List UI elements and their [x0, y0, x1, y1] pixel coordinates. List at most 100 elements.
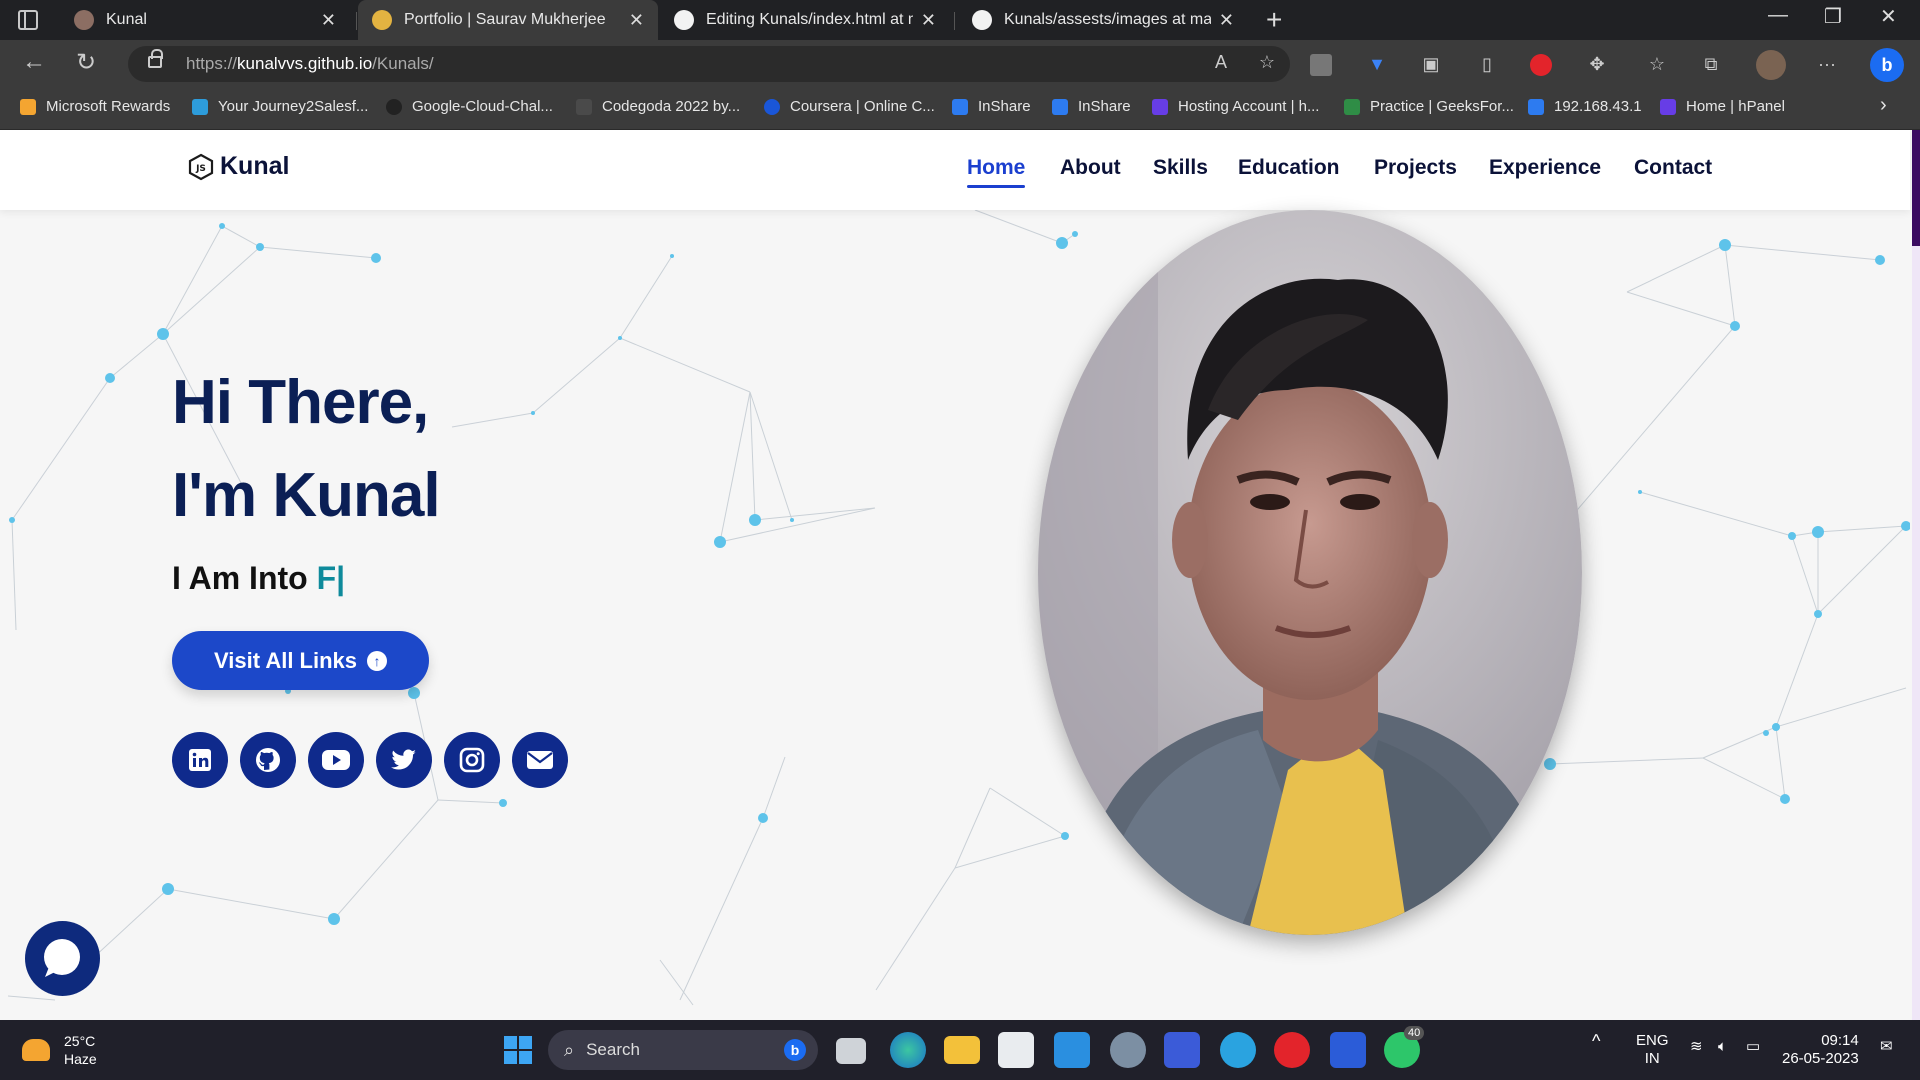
instagram-button[interactable] — [444, 732, 500, 788]
nav-education[interactable]: Education — [1238, 156, 1340, 180]
tab-actions-icon[interactable] — [18, 10, 38, 30]
extension-fb-icon[interactable] — [1310, 54, 1332, 76]
tab-portfolio[interactable]: Portfolio | Saurav Mukherjee ✕ — [358, 0, 658, 40]
new-tab-icon[interactable]: + — [1266, 4, 1282, 36]
hero-tagline: I Am Into F| — [172, 560, 346, 596]
wifi-icon[interactable]: ≋ — [1690, 1038, 1703, 1056]
bing-chat-icon[interactable]: b — [1870, 48, 1904, 82]
extension-stop-icon[interactable] — [1530, 54, 1552, 76]
geeksforgeeks-icon — [1344, 98, 1360, 115]
tab-divider — [954, 12, 955, 30]
extensions-icon[interactable]: ✥ — [1586, 54, 1608, 76]
restore-icon[interactable]: ❐ — [1824, 4, 1842, 29]
settings-icon[interactable] — [1110, 1032, 1146, 1068]
back-icon[interactable]: ← — [22, 48, 46, 76]
collections-icon[interactable]: ⧉ — [1700, 54, 1722, 76]
task-view-icon[interactable] — [836, 1038, 866, 1064]
url-text: https://kunalvvs.github.io/Kunals/ — [186, 54, 434, 73]
bookmark-item[interactable]: Your Journey2Salesf... — [192, 98, 368, 115]
close-window-icon[interactable]: ✕ — [1880, 4, 1897, 29]
opera-icon[interactable] — [1274, 1032, 1310, 1068]
lock-icon — [148, 49, 163, 68]
profile-avatar-icon[interactable] — [1756, 50, 1786, 80]
extension-window-icon[interactable]: ▣ — [1420, 54, 1442, 76]
file-explorer-icon[interactable] — [944, 1036, 980, 1064]
github-button[interactable] — [240, 732, 296, 788]
minimize-icon[interactable]: — — [1768, 4, 1788, 27]
read-aloud-icon[interactable]: A — [1210, 52, 1232, 74]
volume-muted-icon[interactable]: 🔈︎ — [1718, 1038, 1727, 1056]
site-header: JS Kunal Home About Skills Education Pro… — [0, 130, 1910, 210]
twitter-button[interactable] — [376, 732, 432, 788]
app-icon[interactable] — [1164, 1032, 1200, 1068]
more-options-icon[interactable]: ··· — [1816, 54, 1838, 76]
nav-about[interactable]: About — [1060, 156, 1121, 180]
tab-images[interactable]: Kunals/assests/images at main · K ✕ — [958, 0, 1248, 40]
nav-home[interactable]: Home — [967, 156, 1026, 188]
bookmark-item[interactable]: Coursera | Online C... — [764, 98, 935, 115]
show-hidden-icons-icon[interactable]: ^ — [1592, 1032, 1600, 1050]
taskbar-search[interactable]: ⌕ Search b — [548, 1030, 818, 1070]
twitter-icon — [391, 749, 416, 770]
bookmark-item[interactable]: Google-Cloud-Chal... — [386, 98, 553, 115]
hostinger-icon — [1152, 98, 1168, 115]
bookmarks-bar: Microsoft Rewards Your Journey2Salesf...… — [0, 88, 1920, 130]
nav-experience[interactable]: Experience — [1489, 156, 1601, 180]
word-icon[interactable] — [1330, 1032, 1366, 1068]
youtube-icon — [322, 750, 350, 770]
extension-device-icon[interactable]: ▯ — [1476, 54, 1498, 76]
bookmark-item[interactable]: Hosting Account | h... — [1152, 98, 1319, 115]
scrollbar-thumb[interactable] — [1912, 130, 1920, 246]
rewards-icon — [20, 98, 36, 115]
notification-badge: 40 — [1404, 1026, 1425, 1040]
tab-editing-index[interactable]: Editing Kunals/index.html at main ✕ — [660, 0, 950, 40]
haze-weather-icon — [22, 1039, 50, 1061]
language-indicator[interactable]: ENG IN — [1636, 1032, 1669, 1068]
site-logo[interactable]: JS Kunal — [188, 152, 289, 181]
vscode-icon[interactable] — [1054, 1032, 1090, 1068]
nav-skills[interactable]: Skills — [1153, 156, 1208, 180]
favorites-icon[interactable]: ☆ — [1646, 54, 1668, 76]
bookmark-item[interactable]: Codegoda 2022 by... — [576, 98, 740, 115]
bookmark-item[interactable]: Microsoft Rewards — [20, 98, 170, 115]
more-bookmarks-icon[interactable]: › — [1880, 94, 1887, 117]
url-field[interactable]: https://kunalvvs.github.io/Kunals/ A ☆ — [128, 46, 1290, 82]
tab-kunal[interactable]: Kunal ✕ — [60, 0, 350, 40]
battery-icon[interactable]: ▭ — [1746, 1038, 1760, 1056]
email-button[interactable] — [512, 732, 568, 788]
whatsapp-icon[interactable]: 40 — [1384, 1026, 1425, 1068]
linkedin-icon — [189, 749, 211, 771]
bookmark-item[interactable]: InShare — [952, 98, 1031, 115]
clock[interactable]: 09:14 26-05-2023 — [1782, 1032, 1859, 1068]
hero-greeting-line1: Hi There, — [172, 368, 429, 437]
address-bar-row: ← ↻ https://kunalvvs.github.io/Kunals/ A… — [0, 40, 1920, 88]
telegram-icon[interactable] — [1220, 1032, 1256, 1068]
chat-widget-button[interactable] — [25, 921, 100, 996]
microsoft-store-icon[interactable] — [998, 1032, 1034, 1068]
add-favorite-icon[interactable]: ☆ — [1256, 52, 1278, 74]
inshare-icon — [952, 98, 968, 115]
bookmark-item[interactable]: 192.168.43.1 — [1528, 98, 1642, 115]
page-scrollbar[interactable] — [1912, 130, 1920, 1020]
nav-contact[interactable]: Contact — [1634, 156, 1712, 180]
close-icon[interactable]: ✕ — [1219, 10, 1234, 31]
windows-taskbar: 25°C Haze ⌕ Search b 40 ^ ENG IN ≋ 🔈︎ ▭ … — [0, 1020, 1920, 1080]
visit-all-links-button[interactable]: Visit All Links ↑ — [172, 631, 429, 690]
start-icon[interactable] — [500, 1032, 536, 1068]
hpanel-icon — [1660, 98, 1676, 115]
extension-pin-icon[interactable]: ▼ — [1366, 54, 1388, 76]
close-icon[interactable]: ✕ — [321, 10, 336, 31]
nav-projects[interactable]: Projects — [1374, 156, 1457, 180]
bookmark-item[interactable]: InShare — [1052, 98, 1131, 115]
bing-icon: b — [784, 1039, 806, 1061]
linkedin-button[interactable] — [172, 732, 228, 788]
edge-browser-icon[interactable] — [890, 1032, 926, 1068]
youtube-button[interactable] — [308, 732, 364, 788]
bookmark-item[interactable]: Home | hPanel — [1660, 98, 1785, 115]
weather-widget[interactable]: 25°C Haze — [22, 1032, 97, 1068]
close-icon[interactable]: ✕ — [921, 10, 936, 31]
refresh-icon[interactable]: ↻ — [76, 48, 96, 77]
bookmark-item[interactable]: Practice | GeeksFor... — [1344, 98, 1514, 115]
close-icon[interactable]: ✕ — [629, 10, 644, 31]
notifications-icon[interactable]: ✉ — [1880, 1038, 1893, 1056]
